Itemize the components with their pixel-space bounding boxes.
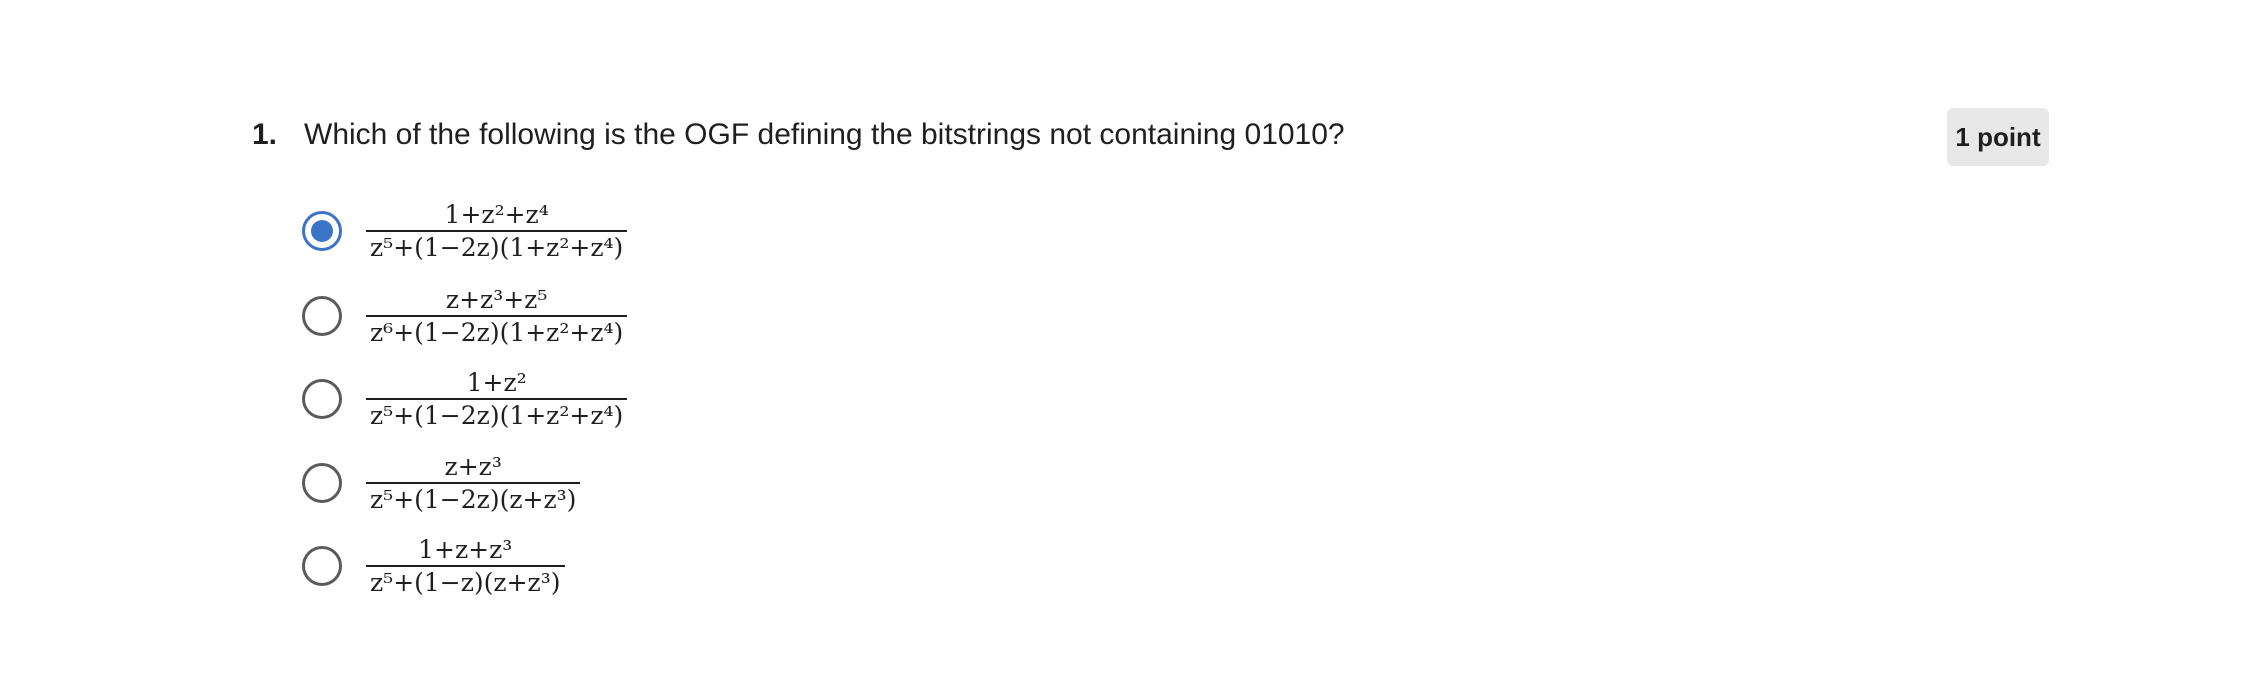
radio-button[interactable]	[302, 463, 342, 503]
radio-button[interactable]	[302, 546, 342, 586]
question-number: 1.	[252, 118, 278, 151]
fraction: z+z³+z⁵ z⁶+(1−2z)(1+z²+z⁴)	[366, 284, 628, 347]
fraction-numerator: 1+z²	[466, 367, 527, 397]
fraction-numerator: 1+z²+z⁴	[444, 199, 549, 229]
radio-dot	[311, 220, 333, 242]
fraction: 1+z²+z⁴ z⁵+(1−2z)(1+z²+z⁴)	[366, 199, 628, 262]
fraction-numerator: z+z³+z⁵	[445, 284, 548, 314]
fraction-denominator: z⁶+(1−2z)(1+z²+z⁴)	[366, 315, 628, 347]
answer-option-3[interactable]: 1+z² z⁵+(1−2z)(1+z²+z⁴)	[302, 364, 628, 434]
fraction-numerator: z+z³	[444, 451, 502, 481]
radio-button[interactable]	[302, 379, 342, 419]
radio-button[interactable]	[302, 296, 342, 336]
fraction-denominator: z⁵+(1−2z)(1+z²+z⁴)	[366, 230, 628, 262]
fraction: z+z³ z⁵+(1−2z)(z+z³)	[366, 451, 581, 514]
fraction: 1+z+z³ z⁵+(1−z)(z+z³)	[366, 534, 565, 597]
answer-option-4[interactable]: z+z³ z⁵+(1−2z)(z+z³)	[302, 448, 581, 518]
radio-button-selected[interactable]	[302, 211, 342, 251]
fraction-numerator: 1+z+z³	[418, 534, 513, 564]
answer-option-1[interactable]: 1+z²+z⁴ z⁵+(1−2z)(1+z²+z⁴)	[302, 196, 628, 266]
fraction-denominator: z⁵+(1−2z)(z+z³)	[366, 482, 581, 514]
fraction: 1+z² z⁵+(1−2z)(1+z²+z⁴)	[366, 367, 628, 430]
answer-option-5[interactable]: 1+z+z³ z⁵+(1−z)(z+z³)	[302, 531, 565, 601]
fraction-denominator: z⁵+(1−2z)(1+z²+z⁴)	[366, 398, 628, 430]
answer-option-2[interactable]: z+z³+z⁵ z⁶+(1−2z)(1+z²+z⁴)	[302, 281, 628, 351]
fraction-denominator: z⁵+(1−z)(z+z³)	[366, 565, 565, 597]
question-text: Which of the following is the OGF defini…	[304, 118, 1345, 151]
points-badge: 1 point	[1947, 108, 2049, 166]
